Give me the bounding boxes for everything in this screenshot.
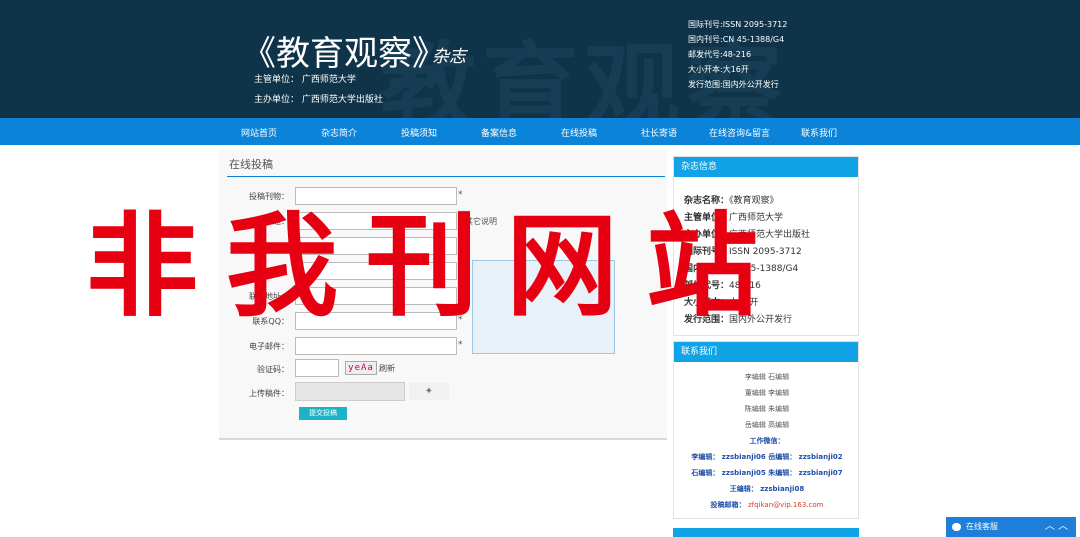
nav-director-message[interactable]: 社长寄语 bbox=[641, 126, 677, 139]
next-panel-header bbox=[673, 528, 859, 537]
editor-row: 董编辑 李编辑 bbox=[744, 389, 790, 397]
site-subtitle: 杂志 bbox=[432, 47, 466, 67]
nav-consult[interactable]: 在线咨询&留言 bbox=[709, 126, 770, 139]
site-header: 教育观察 《教育观察》 杂志 主管单位： 广西师范大学 主办单位： 广西师范大学… bbox=[0, 0, 1080, 118]
distribution-info: 发行范围:国内外公开发行 bbox=[688, 80, 779, 89]
nav-home[interactable]: 网站首页 bbox=[241, 126, 277, 139]
main-nav: 网站首页 杂志简介 投稿须知 备案信息 在线投稿 社长寄语 在线咨询&留言 联系… bbox=[0, 118, 1080, 145]
captcha-label: 验证码： bbox=[257, 365, 289, 374]
nav-records[interactable]: 备案信息 bbox=[481, 126, 517, 139]
cn-info: 国内刊号:CN 45-1388/G4 bbox=[688, 35, 785, 44]
journal-info-title: 杂志信息 bbox=[674, 157, 858, 177]
email-row: 投稿邮箱： zfqikan@vip.163.com bbox=[710, 501, 824, 509]
nav-contact[interactable]: 联系我们 bbox=[801, 126, 837, 139]
supervisor-unit: 主管单位： 广西师范大学 bbox=[254, 75, 356, 85]
online-chat-bar[interactable]: 在线客服 ︿ ︿ bbox=[946, 517, 1076, 537]
form-heading: 在线投稿 bbox=[229, 158, 273, 171]
chevron-up-icon[interactable]: ︿ ︿ bbox=[1045, 517, 1068, 537]
sponsor-unit: 主办单位： 广西师范大学出版社 bbox=[254, 95, 383, 105]
required-mark: * bbox=[458, 340, 463, 350]
email-label: 电子邮件： bbox=[249, 342, 289, 351]
nav-submit[interactable]: 在线投稿 bbox=[561, 126, 597, 139]
wechat-row: 石编辑： zzsbianji05 朱编辑： zzsbianji07 bbox=[691, 469, 843, 477]
wechat-row: 王编辑： zzsbianji08 bbox=[729, 485, 805, 493]
email-input[interactable] bbox=[295, 337, 457, 355]
refresh-captcha-link[interactable]: 刷新 bbox=[379, 363, 395, 374]
captcha-input[interactable] bbox=[295, 359, 339, 377]
upload-file-field[interactable] bbox=[295, 382, 405, 401]
captcha-image[interactable]: yeAa bbox=[345, 361, 377, 375]
format-info: 大小开本:大16开 bbox=[688, 65, 749, 74]
site-title: 《教育观察》 bbox=[242, 34, 446, 74]
nav-about[interactable]: 杂志简介 bbox=[321, 126, 357, 139]
issn-info: 国际刊号:ISSN 2095-3712 bbox=[688, 20, 788, 29]
editor-row: 陈编辑 朱编辑 bbox=[744, 405, 790, 413]
submit-button[interactable]: 提交投稿 bbox=[299, 407, 347, 420]
nav-guidelines[interactable]: 投稿须知 bbox=[401, 126, 437, 139]
postal-code-info: 邮发代号:48-216 bbox=[688, 50, 752, 59]
contact-title: 联系我们 bbox=[674, 342, 858, 362]
chat-label: 在线客服 bbox=[966, 522, 998, 531]
editor-row: 李编辑 石编辑 bbox=[744, 373, 790, 381]
email-link[interactable]: zfqikan@vip.163.com bbox=[748, 501, 823, 509]
warning-watermark: 非我刊网站 bbox=[86, 202, 786, 332]
wechat-title: 工作微信： bbox=[749, 437, 785, 445]
upload-label: 上传稿件： bbox=[249, 389, 289, 398]
puzzle-icon[interactable]: ✦ bbox=[409, 383, 449, 400]
editor-row: 岳编辑 高编辑 bbox=[744, 421, 790, 429]
contact-panel: 联系我们 李编辑 石编辑 董编辑 李编辑 陈编辑 朱编辑 岳编辑 高编辑 工作微… bbox=[673, 341, 859, 519]
chat-bubble-icon bbox=[952, 523, 961, 531]
wechat-row: 李编辑： zzsbianji06 岳编辑： zzsbianji02 bbox=[691, 453, 843, 461]
